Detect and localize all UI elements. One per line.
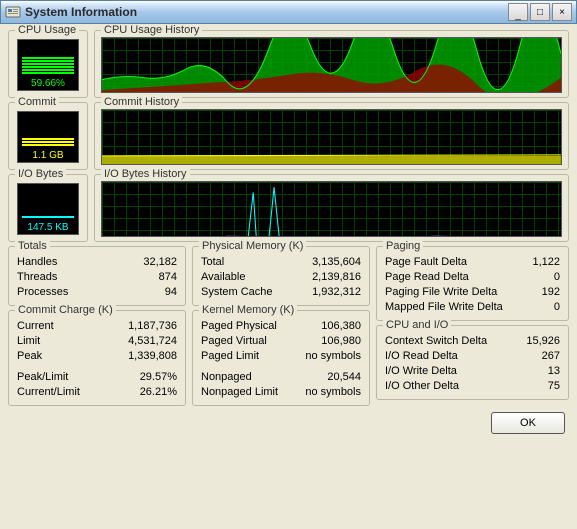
km-pphys-value: 106,380 xyxy=(321,319,361,334)
ci-iod-value: 75 xyxy=(548,379,560,394)
io-history-legend: I/O Bytes History xyxy=(101,168,190,180)
cpu-history-legend: CPU Usage History xyxy=(101,24,202,36)
io-history-box: I/O Bytes History xyxy=(94,174,569,242)
cpu-usage-box: CPU Usage 59.66% xyxy=(8,30,88,98)
pg-pfwd-label: Paging File Write Delta xyxy=(385,285,497,300)
ci-iwd-label: I/O Write Delta xyxy=(385,364,457,379)
ci-ird-label: I/O Read Delta xyxy=(385,349,458,364)
processes-label: Processes xyxy=(17,285,68,300)
pm-cache-value: 1,932,312 xyxy=(312,285,361,300)
cc-limit-label: Limit xyxy=(17,334,40,349)
commit-history-graph xyxy=(101,109,562,165)
cpu-usage-gauge: 59.66% xyxy=(17,39,79,91)
pm-cache-label: System Cache xyxy=(201,285,273,300)
pg-pfd-label: Page Fault Delta xyxy=(385,255,467,270)
pm-avail-label: Available xyxy=(201,270,245,285)
minimize-button[interactable]: _ xyxy=(508,3,528,21)
cc-peak-value: 1,339,808 xyxy=(128,349,177,364)
cc-current-label: Current xyxy=(17,319,54,334)
commit-gauge: 1.1 GB xyxy=(17,111,79,163)
io-box: I/O Bytes 147.5 KB xyxy=(8,174,88,242)
handles-label: Handles xyxy=(17,255,57,270)
cc-curlimit-value: 26.21% xyxy=(140,385,177,400)
io-history-graph xyxy=(101,181,562,237)
io-gauge: 147.5 KB xyxy=(17,183,79,235)
pm-avail-value: 2,139,816 xyxy=(312,270,361,285)
ci-csd-value: 15,926 xyxy=(526,334,560,349)
commit-legend: Commit xyxy=(15,96,59,108)
kernel-mem-box: Kernel Memory (K) Paged Physical106,380 … xyxy=(192,310,370,406)
app-icon xyxy=(5,4,21,20)
ci-ird-value: 267 xyxy=(542,349,560,364)
ci-csd-label: Context Switch Delta xyxy=(385,334,487,349)
handles-value: 32,182 xyxy=(143,255,177,270)
cc-limit-value: 4,531,724 xyxy=(128,334,177,349)
pm-total-label: Total xyxy=(201,255,224,270)
window-title: System Information xyxy=(21,5,508,19)
km-pvirt-label: Paged Virtual xyxy=(201,334,267,349)
cpu-usage-legend: CPU Usage xyxy=(15,24,79,36)
close-button[interactable]: × xyxy=(552,3,572,21)
km-nplimit-value: no symbols xyxy=(305,385,361,400)
pg-mfwd-value: 0 xyxy=(554,300,560,315)
totals-legend: Totals xyxy=(15,240,50,252)
content-area: CPU Usage 59.66% CPU Usage History xyxy=(0,24,577,442)
commit-value: 1.1 GB xyxy=(18,150,78,161)
commit-history-legend: Commit History xyxy=(101,96,182,108)
pg-prd-label: Page Read Delta xyxy=(385,270,469,285)
paging-legend: Paging xyxy=(383,240,423,252)
io-legend: I/O Bytes xyxy=(15,168,66,180)
cpu-usage-value: 59.66% xyxy=(18,78,78,89)
ok-button[interactable]: OK xyxy=(491,412,565,434)
pg-mfwd-label: Mapped File Write Delta xyxy=(385,300,503,315)
threads-label: Threads xyxy=(17,270,57,285)
phys-mem-box: Physical Memory (K) Total3,135,604 Avail… xyxy=(192,246,370,306)
cc-current-value: 1,187,736 xyxy=(128,319,177,334)
km-nplimit-label: Nonpaged Limit xyxy=(201,385,278,400)
totals-box: Totals Handles32,182 Threads874 Processe… xyxy=(8,246,186,306)
pm-total-value: 3,135,604 xyxy=(312,255,361,270)
km-pvirt-value: 106,980 xyxy=(321,334,361,349)
km-plimit-value: no symbols xyxy=(305,349,361,364)
phys-mem-legend: Physical Memory (K) xyxy=(199,240,306,252)
pg-pfwd-value: 192 xyxy=(542,285,560,300)
cpu-history-box: CPU Usage History xyxy=(94,30,569,98)
cpu-history-graph xyxy=(101,37,562,93)
cc-peaklimit-value: 29.57% xyxy=(140,370,177,385)
km-np-label: Nonpaged xyxy=(201,370,252,385)
paging-box: Paging Page Fault Delta1,122 Page Read D… xyxy=(376,246,569,321)
commit-charge-box: Commit Charge (K) Current1,187,736 Limit… xyxy=(8,310,186,406)
io-value: 147.5 KB xyxy=(18,222,78,233)
ci-iod-label: I/O Other Delta xyxy=(385,379,459,394)
ci-iwd-value: 13 xyxy=(548,364,560,379)
cc-peaklimit-label: Peak/Limit xyxy=(17,370,68,385)
km-plimit-label: Paged Limit xyxy=(201,349,259,364)
processes-value: 94 xyxy=(165,285,177,300)
kernel-mem-legend: Kernel Memory (K) xyxy=(199,304,297,316)
maximize-button[interactable]: □ xyxy=(530,3,550,21)
commit-box: Commit 1.1 GB xyxy=(8,102,88,170)
commit-history-box: Commit History xyxy=(94,102,569,170)
titlebar: System Information _ □ × xyxy=(0,0,577,24)
threads-value: 874 xyxy=(159,270,177,285)
cpu-io-box: CPU and I/O Context Switch Delta15,926 I… xyxy=(376,325,569,400)
cc-peak-label: Peak xyxy=(17,349,42,364)
cpu-io-legend: CPU and I/O xyxy=(383,319,451,331)
commit-charge-legend: Commit Charge (K) xyxy=(15,304,116,316)
cc-curlimit-label: Current/Limit xyxy=(17,385,80,400)
km-np-value: 20,544 xyxy=(327,370,361,385)
pg-pfd-value: 1,122 xyxy=(532,255,560,270)
pg-prd-value: 0 xyxy=(554,270,560,285)
km-pphys-label: Paged Physical xyxy=(201,319,277,334)
